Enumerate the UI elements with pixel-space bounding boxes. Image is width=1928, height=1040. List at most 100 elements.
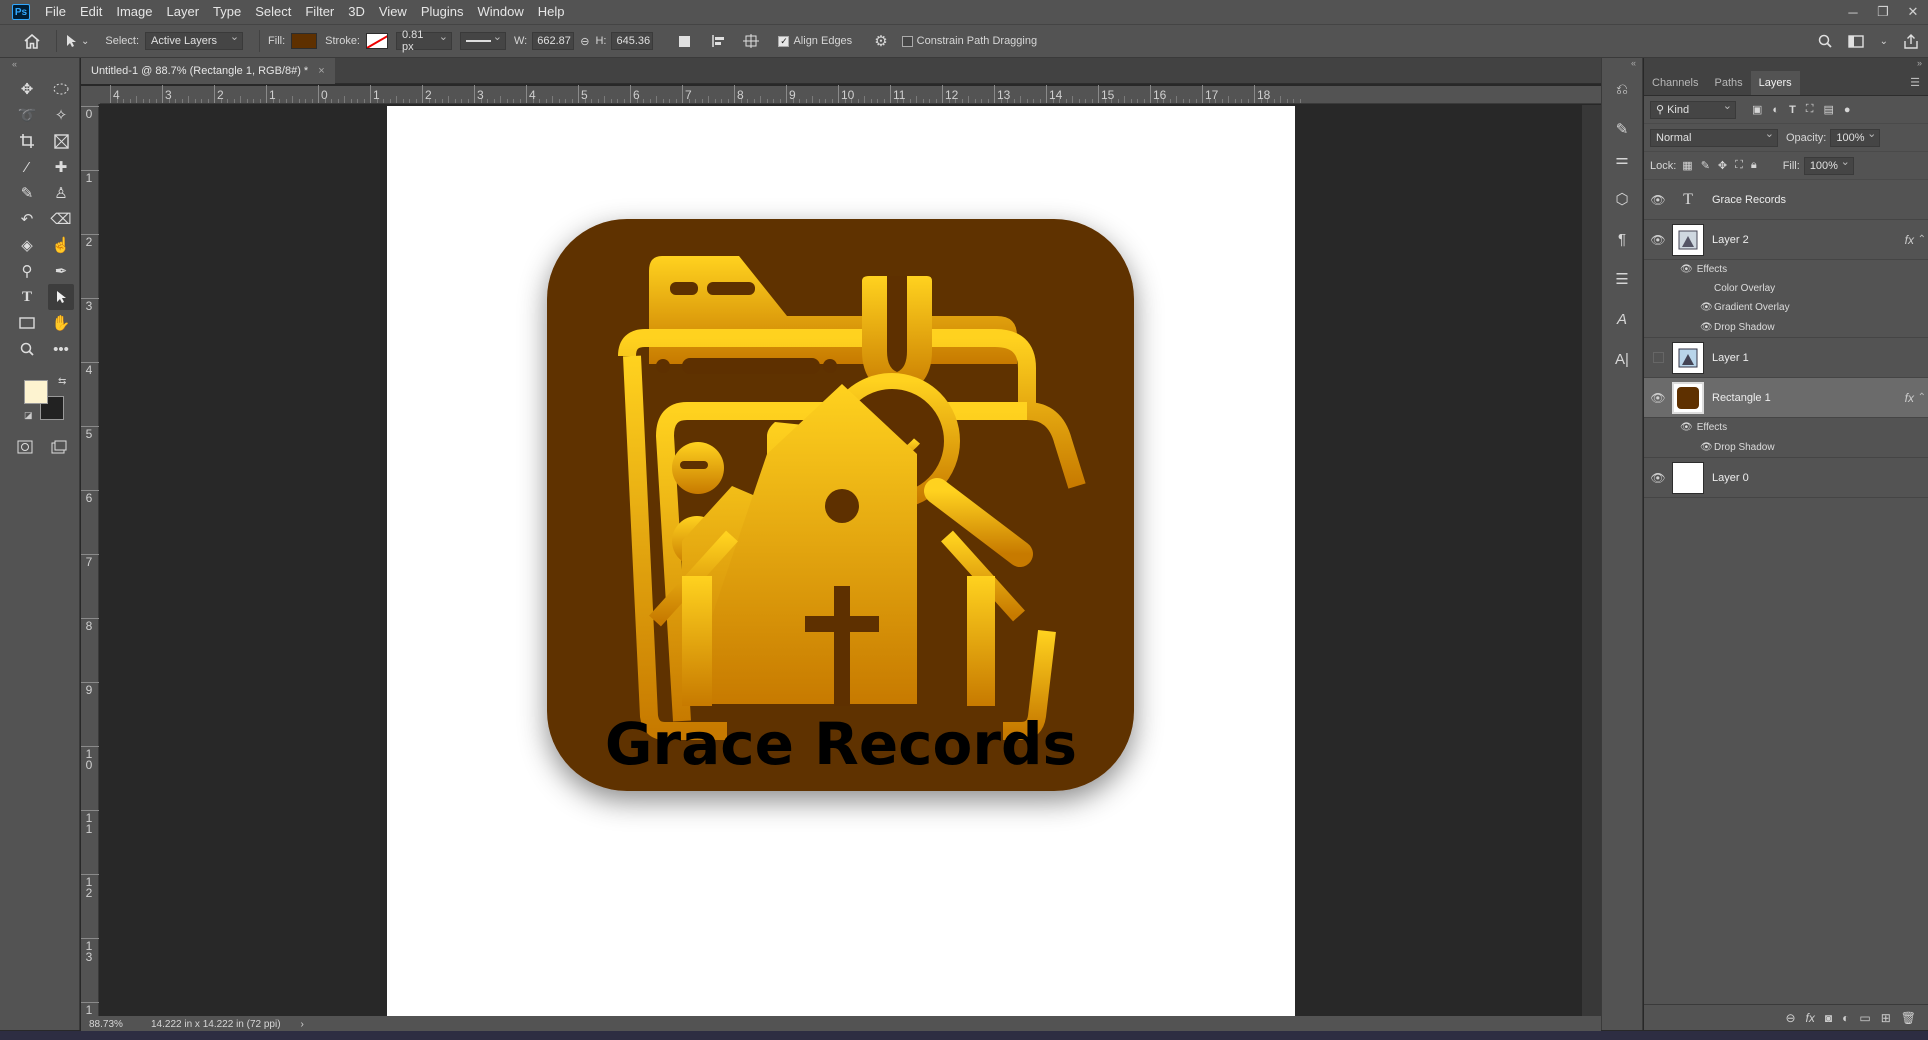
brush-tool-icon[interactable]: ✎: [14, 180, 40, 206]
layer-row[interactable]: Layer 1: [1644, 338, 1928, 378]
link-layers-icon[interactable]: ⊖: [1785, 1011, 1795, 1025]
restore-icon[interactable]: ❐: [1868, 0, 1898, 24]
opacity-field[interactable]: 100%: [1830, 127, 1881, 147]
delete-layer-icon[interactable]: 🗑︎: [1901, 1011, 1916, 1025]
adjustments-icon[interactable]: ⚌: [1609, 146, 1635, 172]
character-icon[interactable]: A|: [1609, 346, 1635, 372]
path-arrangement-icon[interactable]: [742, 34, 760, 48]
filter-kind-dropdown[interactable]: ⚲ Kind: [1650, 99, 1736, 119]
hand-tool-icon[interactable]: ✋: [48, 310, 74, 336]
visibility-toggle-off[interactable]: [1644, 352, 1672, 363]
effect-item[interactable]: 👁︎ Drop Shadow: [1644, 317, 1928, 338]
menu-help[interactable]: Help: [531, 0, 572, 24]
properties-icon[interactable]: ☰: [1609, 266, 1635, 292]
menu-image[interactable]: Image: [109, 0, 159, 24]
chevron-down-icon[interactable]: ⌄: [1880, 36, 1888, 47]
more-tools-icon[interactable]: •••: [48, 336, 74, 362]
collapse-effects-icon[interactable]: ⌃: [1918, 234, 1926, 245]
brush-settings-icon[interactable]: ✎: [1609, 116, 1635, 142]
link-icon[interactable]: ⊖: [580, 35, 589, 48]
effects-group[interactable]: 👁︎ Effects: [1644, 260, 1928, 279]
fx-badge[interactable]: fx: [1905, 391, 1914, 405]
menu-filter[interactable]: Filter: [298, 0, 341, 24]
effect-item[interactable]: 👁︎ Drop Shadow: [1644, 437, 1928, 458]
lock-position-icon[interactable]: ✥: [1718, 159, 1727, 172]
stroke-swatch[interactable]: [366, 33, 388, 49]
glyphs-icon[interactable]: A: [1609, 306, 1635, 332]
minimize-icon[interactable]: ─: [1838, 0, 1868, 24]
collapse-effects-icon[interactable]: ⌃: [1918, 392, 1926, 403]
eraser-tool-icon[interactable]: ⌫: [48, 206, 74, 232]
pixel-filter-icon[interactable]: ▣: [1752, 103, 1762, 116]
new-group-icon[interactable]: ▭: [1859, 1011, 1870, 1025]
collapse-toolbar-icon[interactable]: «: [0, 58, 79, 70]
marquee-tool-icon[interactable]: [48, 76, 74, 102]
collapse-panels-icon[interactable]: «: [1602, 58, 1642, 70]
menu-select[interactable]: Select: [248, 0, 298, 24]
menu-file[interactable]: File: [38, 0, 73, 24]
quick-mask-icon[interactable]: [16, 438, 34, 456]
adjustment-filter-icon[interactable]: ◐: [1772, 104, 1779, 116]
share-icon[interactable]: [1904, 33, 1918, 49]
gear-icon[interactable]: ⚙: [874, 32, 887, 50]
visibility-eye-icon[interactable]: 👁︎: [1680, 422, 1693, 433]
menu-view[interactable]: View: [372, 0, 414, 24]
collapse-right-panel-icon[interactable]: »: [1644, 58, 1928, 70]
blend-mode-dropdown[interactable]: Normal: [1650, 127, 1778, 147]
new-layer-icon[interactable]: ⊞: [1881, 1011, 1891, 1025]
visibility-eye-icon[interactable]: 👁︎: [1644, 471, 1672, 485]
3d-panel-icon[interactable]: ⬡: [1609, 186, 1635, 212]
artboard[interactable]: Grace Records: [387, 106, 1295, 1016]
vertical-ruler[interactable]: 0 1 2 3 4 5 6 7 8 9 1 0 1 1 1 2 1 3 1: [81, 104, 99, 1022]
lock-transparent-icon[interactable]: ▦: [1682, 159, 1692, 172]
path-selection-tool-icon[interactable]: [48, 284, 74, 310]
zoom-level[interactable]: 88.73%: [89, 1019, 139, 1030]
fill-field[interactable]: 100%: [1803, 155, 1854, 175]
history-panel-icon[interactable]: ⎌: [1609, 76, 1635, 102]
tab-paths[interactable]: Paths: [1706, 71, 1750, 95]
close-tab-icon[interactable]: ×: [318, 65, 324, 77]
stroke-width-field[interactable]: 0.81 px: [396, 29, 452, 53]
menu-plugins[interactable]: Plugins: [414, 0, 471, 24]
zoom-tool-icon[interactable]: [14, 336, 40, 362]
visibility-eye-icon[interactable]: 👁︎: [1700, 302, 1714, 313]
home-icon[interactable]: [24, 33, 40, 49]
constrain-path-checkbox[interactable]: [901, 35, 913, 47]
default-colors-icon[interactable]: ◪: [24, 410, 33, 421]
dodge-tool-icon[interactable]: ⚲: [14, 258, 40, 284]
shape-filter-icon[interactable]: ⛶: [1806, 103, 1814, 116]
add-style-icon[interactable]: fx: [1806, 1011, 1815, 1025]
lock-image-icon[interactable]: ✎: [1701, 159, 1710, 172]
frame-tool-icon[interactable]: [48, 128, 74, 154]
document-tab[interactable]: Untitled-1 @ 88.7% (Rectangle 1, RGB/8#)…: [81, 58, 335, 84]
history-brush-tool-icon[interactable]: ↶: [14, 206, 40, 232]
type-filter-icon[interactable]: T: [1789, 104, 1796, 116]
layer-row-selected[interactable]: 👁︎ Rectangle 1 fx ⌃: [1644, 378, 1928, 418]
width-field[interactable]: 662.87 p: [532, 32, 575, 50]
workspace-icon[interactable]: [1847, 34, 1864, 48]
layer-row[interactable]: 👁︎ Layer 0: [1644, 458, 1928, 498]
select-dropdown[interactable]: Active Layers: [145, 30, 244, 50]
smudge-tool-icon[interactable]: ☝: [48, 232, 74, 258]
paint-bucket-tool-icon[interactable]: ◈: [14, 232, 40, 258]
tool-preset-picker[interactable]: ⌄: [65, 34, 89, 48]
menu-type[interactable]: Type: [206, 0, 248, 24]
pen-tool-icon[interactable]: ✒: [48, 258, 74, 284]
crop-tool-icon[interactable]: [14, 128, 40, 154]
menu-3d[interactable]: 3D: [341, 0, 372, 24]
canvas-area[interactable]: Grace Records: [100, 105, 1601, 1017]
lock-all-icon[interactable]: 🔒︎: [1751, 159, 1757, 172]
stamp-tool-icon[interactable]: ♙: [48, 180, 74, 206]
status-menu-arrow[interactable]: ›: [301, 1019, 304, 1030]
fx-badge[interactable]: fx: [1905, 233, 1914, 247]
path-operations-icon[interactable]: [679, 35, 691, 47]
rectangle-tool-icon[interactable]: [14, 310, 40, 336]
layer-row[interactable]: 👁︎ Layer 2 fx ⌃: [1644, 220, 1928, 260]
fill-swatch[interactable]: [291, 33, 318, 49]
effect-item[interactable]: 👁︎ Gradient Overlay: [1644, 298, 1928, 317]
add-mask-icon[interactable]: ◙: [1825, 1011, 1832, 1025]
foreground-color[interactable]: [24, 380, 48, 404]
menu-edit[interactable]: Edit: [73, 0, 109, 24]
move-tool-icon[interactable]: ✥: [14, 76, 40, 102]
align-edges-checkbox[interactable]: ✓: [778, 35, 790, 47]
